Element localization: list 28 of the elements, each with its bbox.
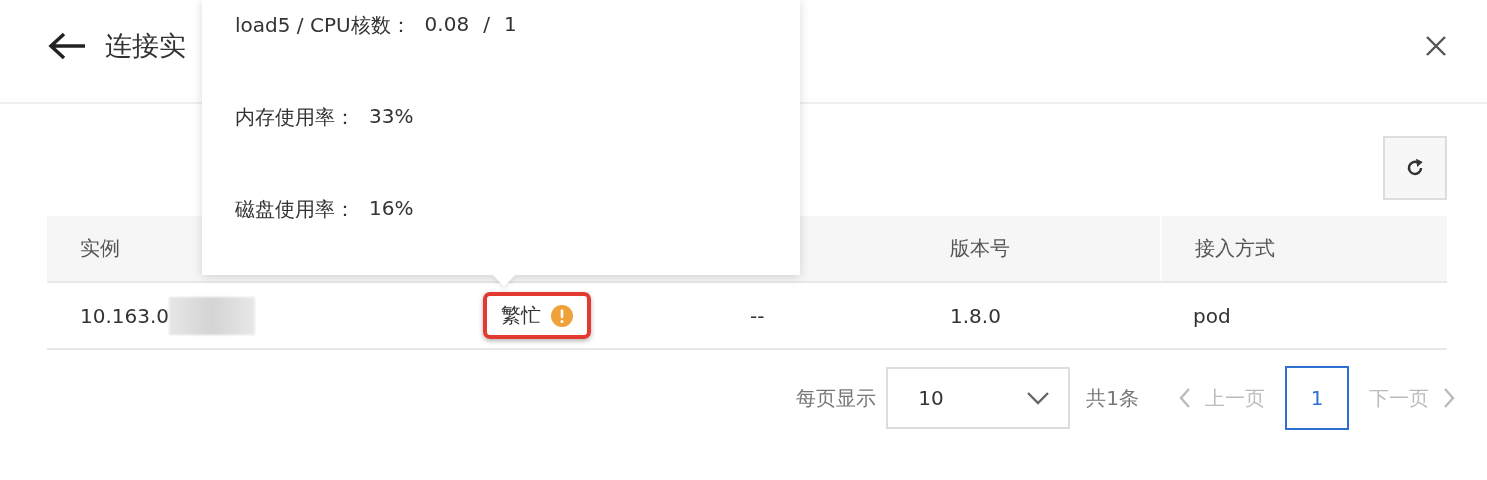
status-text: 繁忙 — [501, 302, 541, 329]
back-arrow-icon[interactable] — [47, 31, 87, 61]
chevron-left-icon — [1179, 387, 1191, 409]
column-header: 实例 — [80, 235, 120, 262]
table-cell: 10.163.0 — [80, 303, 170, 328]
page-button[interactable]: 1 — [1285, 366, 1349, 430]
refresh-button[interactable] — [1383, 136, 1447, 200]
caret-icon — [1026, 391, 1051, 405]
table-cell: pod — [1193, 303, 1231, 328]
close-icon[interactable] — [1425, 35, 1447, 57]
column-header: 接入方式 — [1195, 235, 1275, 262]
page-size-select[interactable]: 10 — [886, 367, 1071, 429]
warning-icon — [551, 304, 573, 327]
metric-value: 16% — [369, 196, 414, 222]
chevron-right-icon — [1443, 387, 1455, 409]
table-cell: 1.8.0 — [950, 303, 1001, 328]
metric-label: 磁盘使用率： — [235, 196, 355, 223]
metric-value: 0.08 — [424, 12, 470, 38]
table-cell: -- — [750, 303, 765, 328]
metric-label: load5 / CPU核数： — [235, 12, 411, 39]
page-size-label: 每页显示 — [796, 384, 877, 412]
column-header: 版本号 — [950, 235, 1010, 262]
metric-value: 33% — [369, 104, 414, 130]
metric-label: 内存使用率： — [235, 104, 355, 131]
page-title: 连接实 — [105, 29, 186, 63]
metric-value: 1 — [503, 12, 517, 38]
metric-value: / — [483, 12, 490, 38]
total-count: 共1条 — [1086, 384, 1139, 412]
